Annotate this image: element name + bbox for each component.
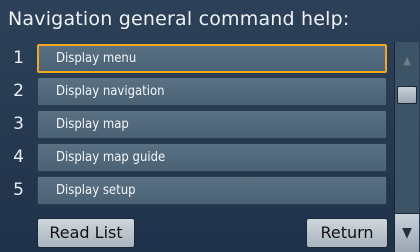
list-item[interactable]: 2 Display navigation (0, 75, 392, 108)
item-display-map[interactable]: Display map (37, 110, 387, 139)
scroll-thumb[interactable] (397, 86, 417, 104)
item-number: 4 (13, 147, 24, 167)
list-item[interactable]: 5 Display setup (0, 174, 392, 207)
list-item[interactable]: 1 Display menu (0, 42, 392, 75)
item-number: 1 (13, 48, 24, 68)
triangle-down-icon: ▼ (402, 225, 412, 241)
help-screen: Navigation general command help: 1 Displ… (0, 0, 420, 252)
page-title: Navigation general command help: (8, 8, 350, 30)
item-number: 2 (13, 81, 24, 101)
item-display-navigation[interactable]: Display navigation (37, 77, 387, 106)
item-number: 3 (13, 114, 24, 134)
list-item[interactable]: 3 Display map (0, 108, 392, 141)
scroll-down-button[interactable]: ▼ (395, 213, 419, 252)
item-display-map-guide[interactable]: Display map guide (37, 143, 387, 172)
read-list-button[interactable]: Read List (37, 218, 135, 248)
scroll-up-button[interactable]: ▲ (395, 44, 419, 77)
scrollbar[interactable]: ▲ ▼ (394, 42, 419, 252)
return-button[interactable]: Return (306, 218, 388, 248)
triangle-up-icon: ▲ (403, 54, 411, 67)
item-display-setup[interactable]: Display setup (37, 176, 387, 205)
item-display-menu[interactable]: Display menu (37, 44, 387, 73)
item-number: 5 (13, 180, 24, 200)
list-item[interactable]: 4 Display map guide (0, 141, 392, 174)
